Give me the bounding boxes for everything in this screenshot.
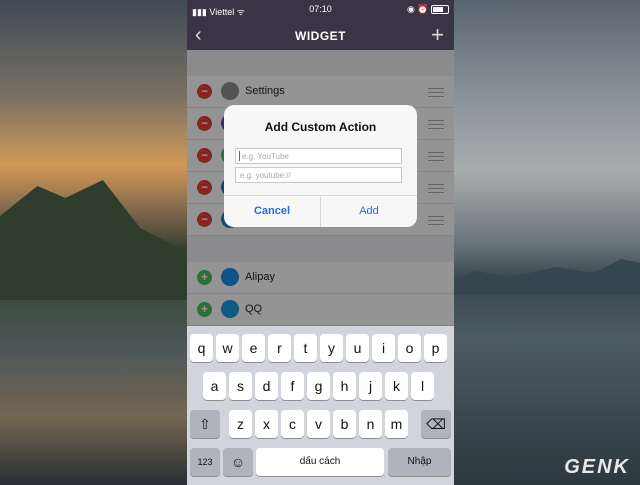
cancel-button[interactable]: Cancel xyxy=(224,196,321,227)
backspace-key-icon[interactable]: ⌫ xyxy=(421,410,451,438)
action-url-input[interactable]: e.g. youtube:// xyxy=(235,167,402,183)
status-icons: ◉ ⏰ xyxy=(407,4,449,15)
key-n[interactable]: n xyxy=(359,410,382,438)
shift-key-icon[interactable]: ⇧ xyxy=(190,410,220,438)
input-placeholder: e.g. YouTube xyxy=(242,152,289,161)
add-custom-action-dialog: Add Custom Action e.g. YouTube e.g. yout… xyxy=(224,105,417,227)
key-m[interactable]: m xyxy=(385,410,408,438)
add-plus-icon[interactable]: + xyxy=(431,22,444,48)
dialog-title: Add Custom Action xyxy=(264,120,377,134)
input-placeholder: e.g. youtube:// xyxy=(240,171,291,180)
key-j[interactable]: j xyxy=(359,372,382,400)
key-f[interactable]: f xyxy=(281,372,304,400)
key-g[interactable]: g xyxy=(307,372,330,400)
phone-screen: ▮▮▮ Viettel ᯤ 07:10 ◉ ⏰ ‹ WIDGET + − Set… xyxy=(187,0,454,485)
dialog-buttons: Cancel Add xyxy=(224,195,417,227)
genk-watermark: GENK xyxy=(564,456,630,478)
key-l[interactable]: l xyxy=(411,372,434,400)
key-i[interactable]: i xyxy=(372,334,395,362)
navigation-bar: ‹ WIDGET + xyxy=(187,22,454,50)
key-h[interactable]: h xyxy=(333,372,356,400)
key-t[interactable]: t xyxy=(294,334,317,362)
page-title: WIDGET xyxy=(295,29,346,43)
key-x[interactable]: x xyxy=(255,410,278,438)
space-key[interactable]: dấu cách xyxy=(256,448,384,476)
key-z[interactable]: z xyxy=(229,410,252,438)
key-v[interactable]: v xyxy=(307,410,330,438)
key-r[interactable]: r xyxy=(268,334,291,362)
numbers-key[interactable]: 123 xyxy=(190,448,220,476)
key-a[interactable]: a xyxy=(203,372,226,400)
key-o[interactable]: o xyxy=(398,334,421,362)
key-d[interactable]: d xyxy=(255,372,278,400)
battery-icon xyxy=(431,5,449,15)
text-cursor xyxy=(239,151,240,161)
key-q[interactable]: q xyxy=(190,334,213,362)
key-u[interactable]: u xyxy=(346,334,369,362)
return-key[interactable]: Nhập xyxy=(388,448,451,476)
action-name-input[interactable]: e.g. YouTube xyxy=(235,148,402,164)
key-s[interactable]: s xyxy=(229,372,252,400)
key-y[interactable]: y xyxy=(320,334,343,362)
key-k[interactable]: k xyxy=(385,372,408,400)
key-w[interactable]: w xyxy=(216,334,239,362)
key-b[interactable]: b xyxy=(333,410,356,438)
wallpaper-right-sky xyxy=(454,0,640,485)
keyboard: q w e r t y u i o p a s d f g h j k l ⇧ … xyxy=(187,326,454,485)
key-e[interactable]: e xyxy=(242,334,265,362)
emoji-key-icon[interactable]: ☺ xyxy=(223,448,253,476)
key-p[interactable]: p xyxy=(424,334,447,362)
status-bar: ▮▮▮ Viettel ᯤ 07:10 ◉ ⏰ xyxy=(187,0,454,22)
key-c[interactable]: c xyxy=(281,410,304,438)
add-button[interactable]: Add xyxy=(321,196,417,227)
